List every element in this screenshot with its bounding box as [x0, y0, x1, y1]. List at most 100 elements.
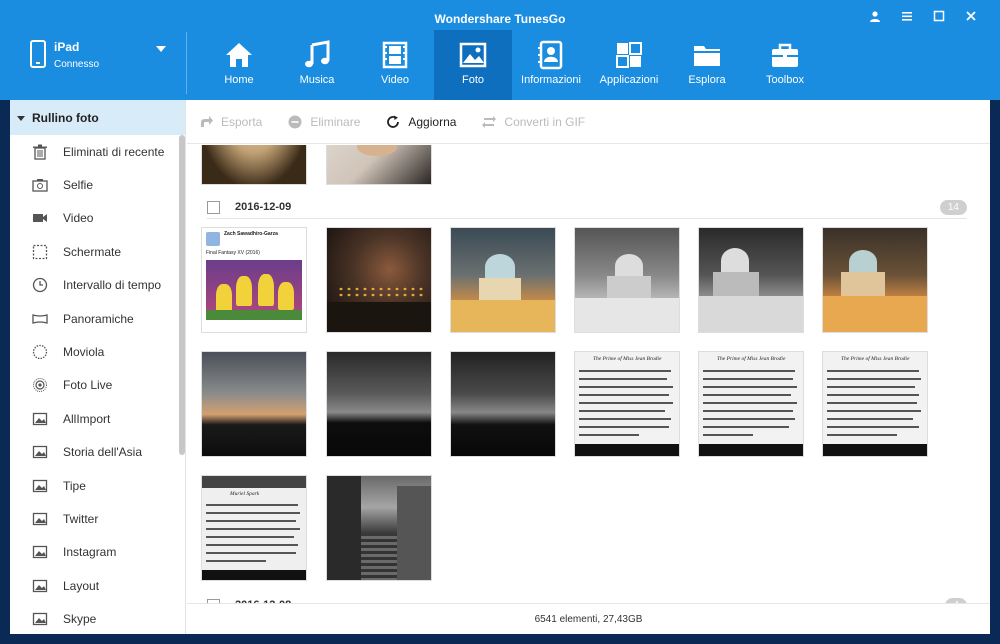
refresh-icon: [387, 115, 400, 128]
sidebar-item-allimport[interactable]: AllImport: [10, 402, 185, 435]
photo-thumbnail[interactable]: [326, 227, 432, 333]
text-line: [206, 544, 298, 546]
tab-esplora[interactable]: Esplora: [668, 30, 746, 100]
sidebar-item-foto-live[interactable]: Foto Live: [10, 369, 185, 402]
sidebar-item-selfie[interactable]: Selfie: [10, 168, 185, 201]
album-icon: [32, 546, 48, 559]
text-line: [206, 552, 296, 554]
text-line: [206, 520, 296, 522]
sidebar-item-instagram[interactable]: Instagram: [10, 536, 185, 569]
chevron-down-icon[interactable]: [156, 46, 166, 52]
video-camera-icon: [33, 214, 47, 223]
text-line: [703, 418, 795, 420]
sidebar-item-label: Panoramiche: [63, 311, 134, 326]
sidebar-item-eliminati[interactable]: Eliminati di recente: [10, 135, 185, 168]
photo-thumbnail[interactable]: Muriel Spark: [201, 475, 307, 581]
sidebar-item-label: Tipe: [63, 478, 86, 493]
convert-gif-button[interactable]: Converti in GIF: [482, 115, 585, 129]
device-selector[interactable]: iPad Connesso: [18, 34, 183, 96]
main-nav: Home Musica Video Foto Informazioni Appl…: [200, 30, 824, 100]
date-group-header: 2016-12-08 4: [207, 595, 967, 603]
text-line: [827, 370, 919, 372]
sidebar-scrollbar[interactable]: [179, 135, 185, 455]
photo-thumbnail[interactable]: [450, 227, 556, 333]
tab-label: Informazioni: [521, 74, 581, 86]
tab-label: Musica: [299, 74, 335, 86]
document-title: The Prime of Miss Jean Brodie: [593, 356, 662, 362]
device-status: Connesso: [54, 59, 100, 70]
photo-thumbnail[interactable]: [450, 351, 556, 457]
device-name: iPad: [54, 40, 80, 54]
folder-icon: [694, 46, 720, 66]
photo-thumbnail[interactable]: [574, 227, 680, 333]
tab-video[interactable]: Video: [356, 30, 434, 100]
photo-thumbnail[interactable]: [326, 351, 432, 457]
tab-applicazioni[interactable]: Applicazioni: [590, 30, 668, 100]
film-icon: [382, 41, 408, 69]
sidebar-item-label: Moviola: [63, 345, 105, 360]
sidebar-item-tipe[interactable]: Tipe: [10, 469, 185, 502]
document-title: The Prime of Miss Jean Brodie: [717, 356, 786, 362]
sidebar-item-skype[interactable]: Skype: [10, 602, 185, 635]
sidebar-item-video[interactable]: Video: [10, 202, 185, 235]
document-title: Muriel Spark: [230, 491, 260, 497]
tab-informazioni[interactable]: Informazioni: [512, 30, 590, 100]
sidebar-item-schermate[interactable]: Schermate: [10, 235, 185, 268]
photo-thumbnail[interactable]: The Prime of Miss Jean Brodie: [822, 351, 928, 457]
photo-thumbnail[interactable]: [201, 351, 307, 457]
photo-thumbnail[interactable]: The Prime of Miss Jean Brodie: [698, 351, 804, 457]
text-line: [579, 426, 669, 428]
user-icon[interactable]: [868, 10, 882, 25]
photo-thumbnail[interactable]: [326, 145, 432, 185]
tab-foto[interactable]: Foto: [434, 30, 512, 100]
tab-toolbox[interactable]: Toolbox: [746, 30, 824, 100]
sidebar-item-panoramiche[interactable]: Panoramiche: [10, 302, 185, 335]
photo-thumbnail[interactable]: [326, 475, 432, 581]
panorama-icon: [32, 313, 48, 324]
text-line: [827, 402, 917, 404]
sidebar-item-moviola[interactable]: Moviola: [10, 335, 185, 368]
album-icon: [32, 579, 48, 592]
photo-thumbnail[interactable]: The Prime of Miss Jean Brodie: [574, 351, 680, 457]
menu-icon[interactable]: [900, 10, 914, 25]
photo-thumbnail[interactable]: [822, 227, 928, 333]
window-frame-left: [0, 100, 10, 644]
sidebar-item-intervallo[interactable]: Intervallo di tempo: [10, 269, 185, 302]
sidebar-item-layout[interactable]: Layout: [10, 569, 185, 602]
sidebar-item-label: Twitter: [63, 511, 99, 526]
text-line: [703, 434, 753, 436]
sidebar-header[interactable]: Rullino foto: [10, 100, 185, 135]
text-line: [579, 378, 667, 380]
tweet-author: Zach Sawadhiro-Garza: [224, 231, 278, 237]
tab-label: Toolbox: [766, 74, 804, 86]
trash-icon: [33, 144, 47, 160]
tab-home[interactable]: Home: [200, 30, 278, 100]
delete-button[interactable]: Eliminare: [288, 115, 360, 129]
app-title: Wondershare TunesGo: [434, 12, 566, 26]
text-line: [703, 370, 795, 372]
status-bar: 6541 elementi, 27,43GB: [187, 603, 990, 634]
text-line: [579, 402, 673, 404]
refresh-button[interactable]: Aggiorna: [386, 115, 456, 129]
tab-musica[interactable]: Musica: [278, 30, 356, 100]
maximize-icon[interactable]: [932, 10, 946, 25]
album-icon: [32, 613, 48, 626]
close-icon[interactable]: [964, 10, 978, 25]
divider: [186, 32, 187, 94]
group-count-badge: 14: [939, 200, 967, 215]
photo-thumbnail[interactable]: [201, 145, 307, 185]
photo-icon: [459, 42, 487, 68]
sidebar-item-twitter[interactable]: Twitter: [10, 502, 185, 535]
photo-thumbnail[interactable]: [698, 227, 804, 333]
live-photo-icon: [33, 378, 47, 393]
text-line: [579, 434, 639, 436]
photo-thumbnail[interactable]: Zach Sawadhiro-Garza Final Fantasy XV (2…: [201, 227, 307, 333]
toolbar: Esporta Eliminare Aggiorna Converti in G…: [187, 100, 990, 144]
group-checkbox[interactable]: [207, 201, 220, 214]
export-button[interactable]: Esporta: [199, 115, 262, 129]
text-line: [579, 370, 671, 372]
album-icon: [32, 479, 48, 492]
sidebar-item-storia-asia[interactable]: Storia dell'Asia: [10, 436, 185, 469]
text-line: [206, 512, 300, 514]
sidebar-item-label: Eliminati di recente: [63, 144, 165, 159]
